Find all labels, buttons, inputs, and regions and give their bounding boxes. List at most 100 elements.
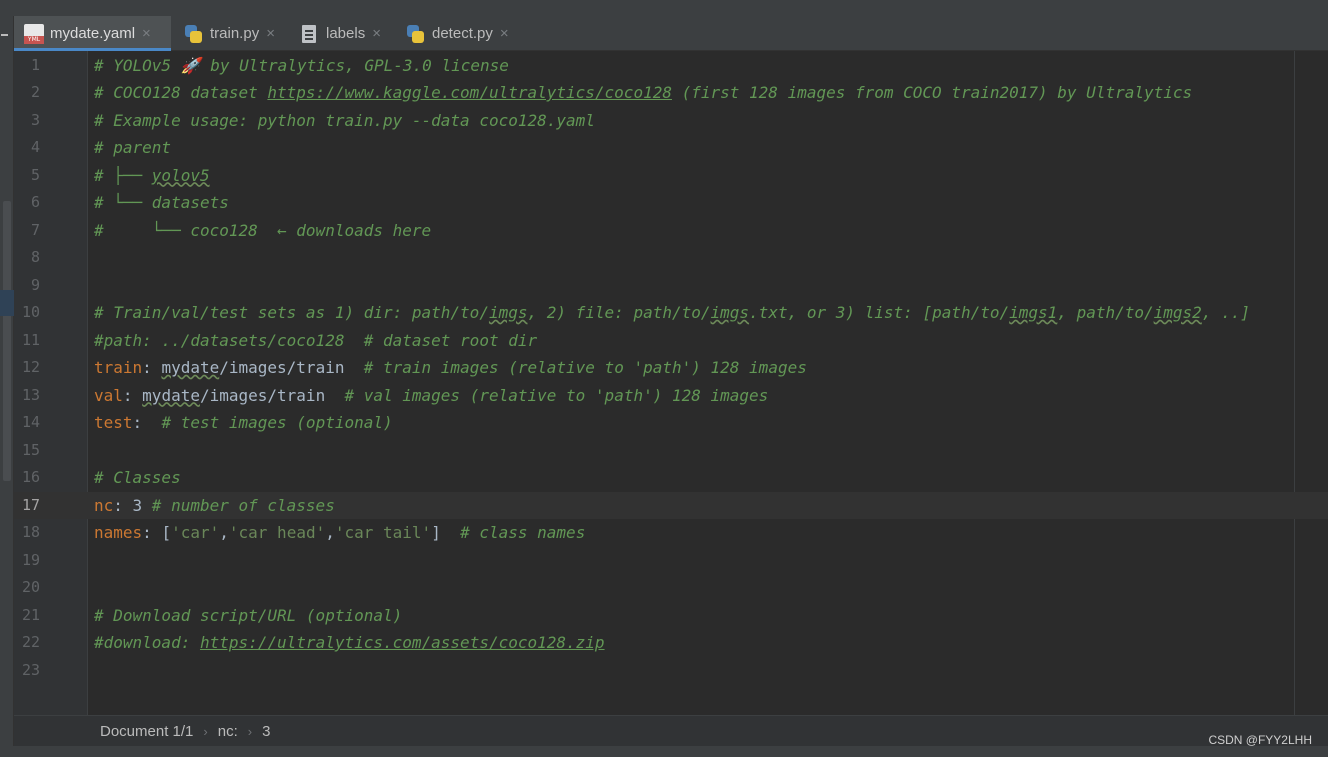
line-number: 17 [21, 495, 40, 514]
breadcrumb-value[interactable]: 3 [262, 723, 270, 740]
code-token: # test images (optional) [161, 413, 393, 432]
yaml-file-icon: YML [24, 23, 44, 44]
code-line[interactable]: 8 [14, 244, 1328, 272]
code-line[interactable]: 15 [14, 437, 1328, 465]
code-line[interactable]: 7 # └── coco128 ← downloads here [14, 217, 1328, 245]
code-token: # YOLOv5 🚀 by Ultralytics, GPL-3.0 licen… [94, 55, 509, 75]
code-line[interactable]: 22 #download: https://ultralytics.com/ass… [14, 629, 1328, 657]
code-text: # Train/val/test sets as 1) dir: path/to… [94, 299, 1250, 327]
code-token: nc [94, 495, 114, 515]
line-number: 18 [21, 523, 40, 541]
code-line[interactable]: 13 val: mydate/images/train # val images … [14, 382, 1328, 410]
code-token: , [325, 523, 335, 542]
breadcrumb-key[interactable]: nc: [218, 723, 238, 740]
code-text: # ├── yolov5 [94, 162, 210, 190]
code-token: mydate [142, 385, 200, 405]
close-icon[interactable]: × [142, 25, 151, 42]
code-token: imgs1 [1009, 303, 1058, 322]
close-icon[interactable]: × [266, 25, 275, 42]
code-token: : [122, 385, 143, 405]
code-line[interactable]: 20 [14, 574, 1328, 602]
code-token: /images/train [219, 358, 364, 377]
tab-detect-py[interactable]: detect.py × [393, 16, 523, 51]
line-number: 6 [30, 193, 40, 211]
code-text: test: # test images (optional) [94, 409, 393, 437]
status-bar [0, 746, 1328, 757]
line-number: 19 [21, 550, 40, 569]
breadcrumb-document[interactable]: Document 1/1 [100, 723, 193, 740]
code-token: # val images (relative to 'path') 128 im… [344, 385, 769, 405]
line-number: 9 [30, 275, 40, 294]
code-line[interactable]: 23 [14, 657, 1328, 685]
line-number: 16 [21, 468, 40, 486]
code-editor[interactable]: 1 # YOLOv5 🚀 by Ultralytics, GPL-3.0 lice… [14, 51, 1328, 715]
code-token: : [ [142, 523, 172, 542]
code-line[interactable]: 6 # └── datasets [14, 189, 1328, 217]
code-line[interactable]: 5 # ├── yolov5 [14, 162, 1328, 190]
line-number: 15 [21, 440, 40, 459]
code-token: : 3 [113, 495, 152, 515]
code-line[interactable]: 3 # Example usage: python train.py --data… [14, 107, 1328, 135]
python-file-icon [184, 24, 204, 44]
close-icon[interactable]: × [500, 25, 509, 42]
line-number: 2 [30, 83, 40, 101]
line-number: 5 [30, 165, 40, 184]
code-token: # class names [460, 523, 586, 542]
code-line[interactable]: 9 [14, 272, 1328, 300]
code-text: val: mydate/images/train # val images (r… [94, 382, 768, 410]
code-line[interactable]: 14 test: # test images (optional) [14, 409, 1328, 437]
code-token: # └── coco128 ← downloads here [94, 220, 432, 240]
line-number: 8 [30, 248, 40, 266]
tab-label: labels [326, 25, 366, 42]
code-text: #path: ../datasets/coco128 # dataset roo… [94, 327, 537, 355]
minimize-mark[interactable] [1, 34, 8, 36]
code-text: train: mydate/images/train # train image… [94, 354, 807, 382]
code-token: mydate [161, 358, 220, 377]
close-icon[interactable]: × [372, 25, 381, 42]
code-line[interactable]: 11 #path: ../datasets/coco128 # dataset r… [14, 327, 1328, 355]
code-token: , ..] [1201, 303, 1250, 322]
code-token: https://ultralytics.com/assets/coco128.z… [199, 633, 605, 652]
line-number: 10 [21, 303, 40, 321]
code-token: 'car' [171, 523, 220, 542]
code-line[interactable]: 10 # Train/val/test sets as 1) dir: path/… [14, 299, 1328, 327]
code-token: /images/train [199, 385, 345, 405]
code-text: # Example usage: python train.py --data … [94, 107, 595, 135]
code-text: # Classes [94, 464, 181, 492]
tab-label: train.py [210, 25, 260, 42]
code-text: # └── coco128 ← downloads here [94, 217, 431, 245]
code-token: val [94, 385, 123, 405]
code-line[interactable]: 19 [14, 547, 1328, 575]
code-line[interactable]: 12 train: mydate/images/train # train ima… [14, 354, 1328, 382]
code-line[interactable]: 17 nc: 3 # number of classes [14, 491, 1328, 519]
tab-labels[interactable]: labels × [289, 16, 393, 51]
window-top-strip [0, 0, 1328, 16]
code-line[interactable]: 16 # Classes [14, 464, 1328, 492]
line-number: 4 [30, 138, 40, 156]
code-token: 'car tail' [334, 523, 432, 542]
code-token: # COCO128 dataset [94, 83, 268, 102]
line-number: 1 [30, 55, 40, 74]
breadcrumb: Document 1/1 › nc: › 3 [14, 715, 1328, 746]
code-token: # Download script/URL (optional) [94, 605, 403, 625]
tab-mydate-yaml[interactable]: YML mydate.yaml × [14, 16, 171, 51]
code-token: # number of classes [151, 495, 335, 515]
text-file-icon [302, 24, 316, 43]
code-line[interactable]: 1 # YOLOv5 🚀 by Ultralytics, GPL-3.0 lice… [14, 52, 1328, 80]
code-line[interactable]: 4 # parent [14, 134, 1328, 162]
code-text: names: ['car','car head','car tail'] # c… [94, 519, 585, 547]
code-token: # Example usage: python train.py --data … [94, 110, 595, 130]
python-file-icon [406, 24, 426, 44]
code-line[interactable]: 18 names: ['car','car head','car tail'] #… [14, 519, 1328, 547]
chevron-right-icon: › [247, 723, 253, 739]
code-text: # COCO128 dataset https://www.kaggle.com… [94, 79, 1192, 107]
code-line[interactable]: 2 # COCO128 dataset https://www.kaggle.co… [14, 79, 1328, 107]
code-line[interactable]: 21 # Download script/URL (optional) [14, 602, 1328, 630]
code-token: , 2) file: path/to/ [527, 303, 711, 322]
chevron-right-icon: › [203, 723, 208, 739]
code-token: imgs [488, 303, 528, 322]
side-scrollbar[interactable] [3, 201, 11, 481]
code-token: .txt, or 3) list: [path/to/ [749, 303, 1010, 322]
tab-train-py[interactable]: train.py × [171, 16, 289, 51]
code-token: : [142, 358, 162, 377]
